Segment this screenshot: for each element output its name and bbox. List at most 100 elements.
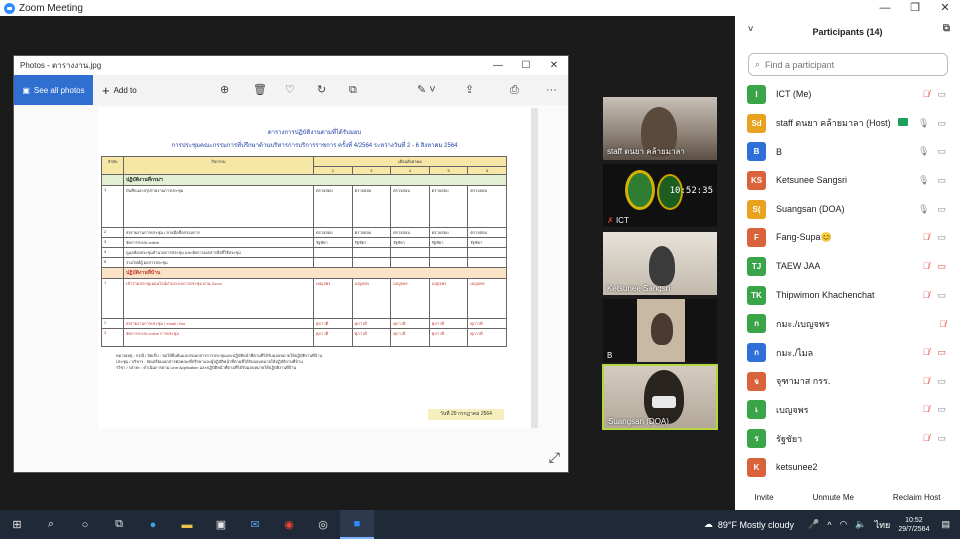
mic-icon[interactable]: 🎙 xyxy=(918,118,929,129)
participant-row[interactable]: TJ TAEW JAA 🎙̸ ▭ xyxy=(735,252,960,281)
task-view-icon[interactable]: ⧉ xyxy=(102,510,136,539)
weather-text[interactable]: 89°F Mostly cloudy xyxy=(718,520,794,530)
zoom-logo-icon xyxy=(4,2,15,14)
camera-icon[interactable]: ▭ xyxy=(937,433,946,444)
participants-header: ˅ Participants (14) ⧉ xyxy=(735,16,960,47)
participant-row[interactable]: ก กมะ./ไมล 🎙̸ ▭ xyxy=(735,338,960,367)
doc-date: วันที่ 29 กรกฎาคม 2564 xyxy=(428,409,504,420)
popout-icon[interactable]: ⧉ xyxy=(943,23,950,34)
participant-row[interactable]: ก กมะ./เบญจพร 🎙̸ xyxy=(735,310,960,339)
taskbar-clock[interactable]: 10:52 29/7/2564 xyxy=(898,516,929,534)
wifi-icon[interactable]: ◠ xyxy=(840,519,848,530)
participant-row[interactable]: F Fang-Supa😊 🎙̸ ▭ xyxy=(735,223,960,252)
zoom-in-icon[interactable]: ⊕ xyxy=(220,83,229,97)
mic-icon[interactable]: 🎙 xyxy=(918,204,929,215)
collapse-chevron-icon[interactable]: ˅ xyxy=(748,24,753,34)
see-all-photos-button[interactable]: ▣ See all photos xyxy=(14,75,93,105)
expand-icon[interactable]: ⤢ xyxy=(549,449,560,466)
participant-row[interactable]: S(Suangsan (DOA) 🎙 ▭ xyxy=(735,195,960,224)
participant-row[interactable]: ร รัฐชัยา 🎙̸ ▭ xyxy=(735,424,960,453)
notification-icon[interactable]: ▤ xyxy=(941,519,950,530)
mic-muted-icon[interactable]: 🎙̸ xyxy=(923,261,930,272)
video-tile[interactable]: 10:52:35 ✗ ICT xyxy=(603,164,717,227)
heart-icon[interactable]: ♡ xyxy=(285,83,295,97)
camera-icon[interactable]: ▭ xyxy=(937,290,946,301)
chrome-icon[interactable]: ◉ xyxy=(272,510,306,539)
row-no: 2 xyxy=(101,227,124,238)
avatar: TK xyxy=(747,285,766,305)
clock-time: 10:52 xyxy=(905,516,923,524)
mic-icon[interactable]: 🎙 xyxy=(918,146,929,157)
mic-muted-icon[interactable]: 🎙̸ xyxy=(923,347,930,358)
participant-name: Ketsunee Sangsri xyxy=(776,175,848,186)
photos-titlebar: Photos - ตารางงาน.jpg — ☐ ✕ xyxy=(14,56,568,75)
camera-off-icon[interactable]: ▭ xyxy=(937,347,946,358)
search-icon[interactable]: ⌕ xyxy=(34,510,68,539)
photos-close-icon[interactable]: ✕ xyxy=(540,56,568,75)
crop-icon[interactable]: ⧉ xyxy=(349,83,357,97)
cortana-icon[interactable]: ○ xyxy=(68,510,102,539)
edit-icon[interactable]: ✎ ˅ xyxy=(417,83,436,97)
video-tile[interactable]: Ketsunee Sangsri xyxy=(603,232,717,295)
row-cell: รัฐชัยา xyxy=(313,237,353,248)
mic-muted-icon[interactable]: 🎙̸ xyxy=(939,319,946,329)
video-tile[interactable]: staff ดนยา คล้ายมาลา xyxy=(603,97,717,160)
participant-row[interactable]: จ จุฑามาส กรร. 🎙̸ ▭ xyxy=(735,367,960,396)
photos-window[interactable]: Photos - ตารางงาน.jpg — ☐ ✕ ▣ See all ph… xyxy=(13,55,569,473)
zoom-taskbar-icon[interactable]: ■ xyxy=(340,510,374,539)
tray-mic-icon[interactable]: 🎤 xyxy=(808,519,819,530)
camera-icon[interactable]: ▭ xyxy=(937,146,946,157)
participant-row[interactable]: เ เบญจพร 🎙̸ ▭ xyxy=(735,396,960,425)
camera-icon[interactable]: ▭ xyxy=(937,204,946,215)
participant-row[interactable]: B B 🎙 ▭ xyxy=(735,137,960,166)
participant-row[interactable]: Kketsunee2 xyxy=(735,453,960,482)
participant-row[interactable]: TK Thipwimon Khachenchat 🎙̸ ▭ xyxy=(735,281,960,310)
camera-icon[interactable]: ▭ xyxy=(937,118,946,129)
add-to-button[interactable]: + Add to xyxy=(102,84,137,97)
camera-icon[interactable]: ▭ xyxy=(937,376,946,387)
edge-icon[interactable]: ● xyxy=(136,510,170,539)
participant-name: B xyxy=(776,146,783,157)
mic-muted-icon[interactable]: 🎙̸ xyxy=(923,433,930,444)
row-cell: ศุภาวดี xyxy=(428,318,469,329)
participant-row[interactable]: I ICT (Me) 🎙̸ ▭ xyxy=(735,80,960,109)
mic-muted-icon[interactable]: 🎙̸ xyxy=(923,376,930,387)
photos-minimize-icon[interactable]: — xyxy=(484,56,512,75)
camera-icon[interactable]: ▭ xyxy=(937,404,946,415)
obs-icon[interactable]: ◎ xyxy=(306,510,340,539)
volume-icon[interactable]: 🔈 xyxy=(855,519,866,530)
language-indicator[interactable]: ไทย xyxy=(875,518,891,532)
close-icon[interactable]: ✕ xyxy=(930,0,960,16)
camera-icon[interactable]: ▭ xyxy=(937,89,946,100)
reclaim-host-button[interactable]: Reclaim Host xyxy=(893,493,941,502)
mic-muted-icon[interactable]: 🎙̸ xyxy=(923,404,930,415)
unmute-me-button[interactable]: Unmute Me xyxy=(813,493,854,502)
participant-row[interactable]: KS Ketsunee Sangsri 🎙 ▭ xyxy=(735,166,960,195)
minimize-icon[interactable]: — xyxy=(870,0,900,16)
video-tile-active-speaker[interactable]: Suangsan (DOA) xyxy=(602,364,718,430)
video-tile[interactable]: B xyxy=(603,299,717,362)
more-options-icon[interactable]: ··· xyxy=(546,83,557,97)
participant-row[interactable]: Sd staff ดนยา คล้ายมาลา (Host) 🎙 ▭ xyxy=(735,109,960,138)
photos-maximize-icon[interactable]: ☐ xyxy=(512,56,540,75)
file-explorer-icon[interactable]: ▬ xyxy=(170,510,204,539)
delete-icon[interactable]: 🗑 xyxy=(253,83,267,97)
rotate-icon[interactable]: ↻ xyxy=(317,83,326,97)
store-icon[interactable]: ▣ xyxy=(204,510,238,539)
mic-muted-icon[interactable]: 🎙̸ xyxy=(923,89,930,100)
window-titlebar: Zoom Meeting — ❐ ✕ xyxy=(0,0,960,16)
print-icon[interactable]: ⎙ xyxy=(510,83,519,97)
mic-muted-icon[interactable]: 🎙̸ xyxy=(923,290,930,301)
mic-muted-icon[interactable]: 🎙̸ xyxy=(923,232,930,243)
mic-icon[interactable]: 🎙 xyxy=(918,175,929,186)
restore-icon[interactable]: ❐ xyxy=(900,0,930,16)
find-participant-input[interactable]: ⌕ Find a participant xyxy=(748,53,948,76)
share-icon[interactable]: ⇪ xyxy=(465,83,474,97)
camera-icon[interactable]: ▭ xyxy=(937,232,946,243)
camera-off-icon[interactable]: ▭ xyxy=(937,261,946,272)
camera-icon[interactable]: ▭ xyxy=(937,175,946,186)
invite-button[interactable]: Invite xyxy=(754,493,773,502)
mail-icon[interactable]: ✉ xyxy=(238,510,272,539)
start-icon[interactable]: ⊞ xyxy=(0,510,34,539)
tray-chevron-icon[interactable]: ^ xyxy=(827,520,831,530)
